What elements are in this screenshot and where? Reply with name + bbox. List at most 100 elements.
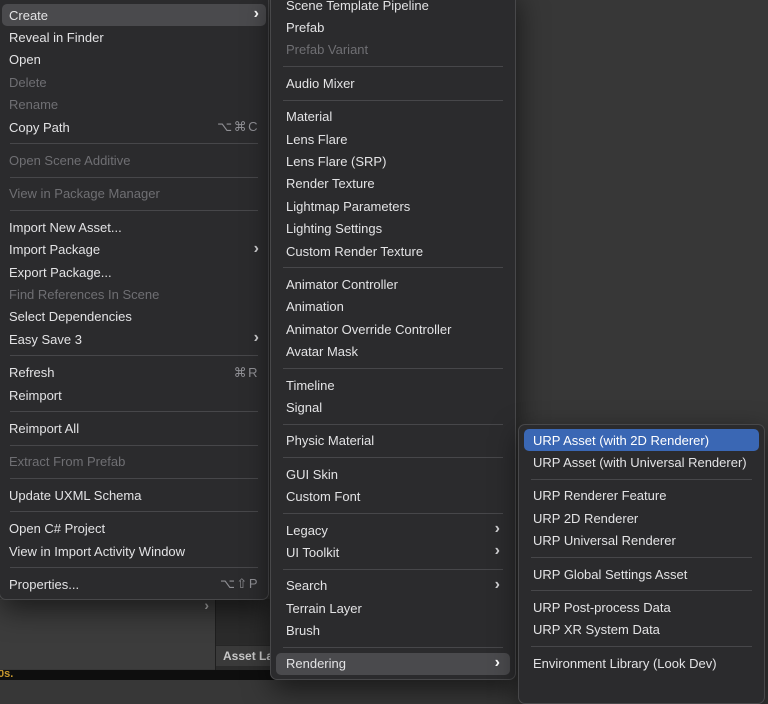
menu-item-label: Avatar Mask [286,344,358,359]
menu-item-label: Search [286,578,327,593]
menu-item-material[interactable]: Material [276,106,510,128]
menu-item-lens-flare-srp[interactable]: Lens Flare (SRP) [276,150,510,172]
menu-item-custom-render-texture[interactable]: Custom Render Texture [276,240,510,262]
menu-separator [283,569,503,570]
menu-item-lightmap-parameters[interactable]: Lightmap Parameters [276,195,510,217]
menu-item-label: URP XR System Data [533,622,660,637]
menu-item-label: Custom Font [286,489,360,504]
menu-item-label: Scene Template Pipeline [286,0,429,13]
menu-item-extract-from-prefab: Extract From Prefab [2,451,266,473]
menu-item-animator-controller[interactable]: Animator Controller [276,273,510,295]
menu-item-rendering[interactable]: Rendering› [276,653,510,675]
menu-item-animator-override-controller[interactable]: Animator Override Controller [276,318,510,340]
menu-item-urp-asset-with-2d-renderer[interactable]: URP Asset (with 2D Renderer) [524,429,759,451]
menu-item-urp-2d-renderer[interactable]: URP 2D Renderer [524,507,759,529]
menu-separator [10,478,258,479]
menu-item-label: Prefab Variant [286,42,368,57]
menu-separator [283,100,503,101]
menu-item-brush[interactable]: Brush [276,619,510,641]
menu-item-import-new-asset[interactable]: Import New Asset... [2,216,266,238]
menu-item-prefab-variant: Prefab Variant [276,39,510,61]
menu-item-label: Lens Flare (SRP) [286,154,386,169]
menu-item-properties[interactable]: Properties...⌥⇧P [2,573,266,595]
menu-item-environment-library-look-dev[interactable]: Environment Library (Look Dev) [524,652,759,674]
menu-item-label: Reimport All [9,421,79,436]
menu-item-label: Prefab [286,20,324,35]
menu-item-export-package[interactable]: Export Package... [2,261,266,283]
menu-separator [10,210,258,211]
menu-item-animation[interactable]: Animation [276,296,510,318]
menu-item-urp-renderer-feature[interactable]: URP Renderer Feature [524,485,759,507]
menu-item-label: Terrain Layer [286,601,362,616]
menu-item-avatar-mask[interactable]: Avatar Mask [276,340,510,362]
menu-item-search[interactable]: Search› [276,575,510,597]
menu-separator [10,143,258,144]
menu-item-label: Create [9,8,48,23]
menu-item-signal[interactable]: Signal [276,396,510,418]
menu-item-label: Export Package... [9,265,112,280]
menu-separator [283,647,503,648]
menu-item-gui-skin[interactable]: GUI Skin [276,463,510,485]
menu-item-terrain-layer[interactable]: Terrain Layer [276,597,510,619]
create-submenu: Scene Template Pipeline Prefab Prefab Vari… [270,0,516,680]
menu-item-view-in-import-activity-window[interactable]: View in Import Activity Window [2,540,266,562]
menu-item-label: View in Import Activity Window [9,544,185,559]
menu-item-audio-mixer[interactable]: Audio Mixer [276,72,510,94]
menu-separator [283,424,503,425]
menu-item-label: Rename [9,97,58,112]
menu-item-urp-asset-with-universal-renderer[interactable]: URP Asset (with Universal Renderer) [524,451,759,473]
menu-item-label: Material [286,109,332,124]
asset-labels-bar[interactable]: Asset La [216,645,271,666]
menu-item-urp-universal-renderer[interactable]: URP Universal Renderer [524,530,759,552]
menu-item-urp-global-settings-asset[interactable]: URP Global Settings Asset [524,563,759,585]
menu-item-timeline[interactable]: Timeline [276,374,510,396]
submenu-chevron-icon: › [483,543,500,559]
status-bar[interactable]: 0s. [0,670,280,680]
menu-item-label: Properties... [9,577,79,592]
menu-item-label: GUI Skin [286,467,338,482]
menu-item-open[interactable]: Open [2,49,266,71]
menu-item-reveal-in-finder[interactable]: Reveal in Finder [2,26,266,48]
menu-item-ui-toolkit[interactable]: UI Toolkit› [276,541,510,563]
menu-item-label: Legacy [286,523,328,538]
menu-item-view-in-package-manager: View in Package Manager [2,183,266,205]
menu-item-update-uxml-schema[interactable]: Update UXML Schema [2,484,266,506]
submenu-chevron-icon: › [483,521,500,537]
menu-item-render-texture[interactable]: Render Texture [276,173,510,195]
menu-item-label: URP Renderer Feature [533,488,666,503]
menu-item-label: Physic Material [286,433,374,448]
menu-item-lens-flare[interactable]: Lens Flare [276,128,510,150]
menu-item-create[interactable]: Create› [2,4,266,26]
menu-item-label: Lens Flare [286,132,347,147]
menu-item-open-c-project[interactable]: Open C# Project [2,517,266,539]
menu-item-urp-xr-system-data[interactable]: URP XR System Data [524,619,759,641]
menu-item-scene-template-pipeline[interactable]: Scene Template Pipeline [276,0,510,16]
menu-item-label: Reveal in Finder [9,30,104,45]
menu-item-label: Lightmap Parameters [286,199,410,214]
menu-item-refresh[interactable]: Refresh⌘R [2,361,266,383]
menu-item-label: Animator Controller [286,277,398,292]
menu-separator [531,590,752,591]
menu-item-physic-material[interactable]: Physic Material [276,430,510,452]
menu-item-reimport[interactable]: Reimport [2,384,266,406]
menu-item-lighting-settings[interactable]: Lighting Settings [276,218,510,240]
menu-item-rename: Rename [2,94,266,116]
menu-item-urp-post-process-data[interactable]: URP Post-process Data [524,596,759,618]
menu-item-reimport-all[interactable]: Reimport All [2,417,266,439]
menu-separator [10,411,258,412]
menu-item-copy-path[interactable]: Copy Path⌥⌘C [2,116,266,138]
menu-item-import-package[interactable]: Import Package› [2,239,266,261]
menu-item-label: Reimport [9,388,62,403]
menu-separator [283,457,503,458]
menu-item-label: Open Scene Additive [9,153,130,168]
menu-item-label: Animator Override Controller [286,322,451,337]
menu-item-legacy[interactable]: Legacy › [276,519,510,541]
shortcut-label: ⌘R [222,365,259,381]
menu-item-label: Custom Render Texture [286,244,423,259]
menu-item-prefab[interactable]: Prefab [276,16,510,38]
menu-item-custom-font[interactable]: Custom Font [276,485,510,507]
menu-item-select-dependencies[interactable]: Select Dependencies [2,306,266,328]
menu-item-easy-save-3[interactable]: Easy Save 3› [2,328,266,350]
menu-separator [10,177,258,178]
expand-chevron-icon[interactable]: › [204,598,209,612]
